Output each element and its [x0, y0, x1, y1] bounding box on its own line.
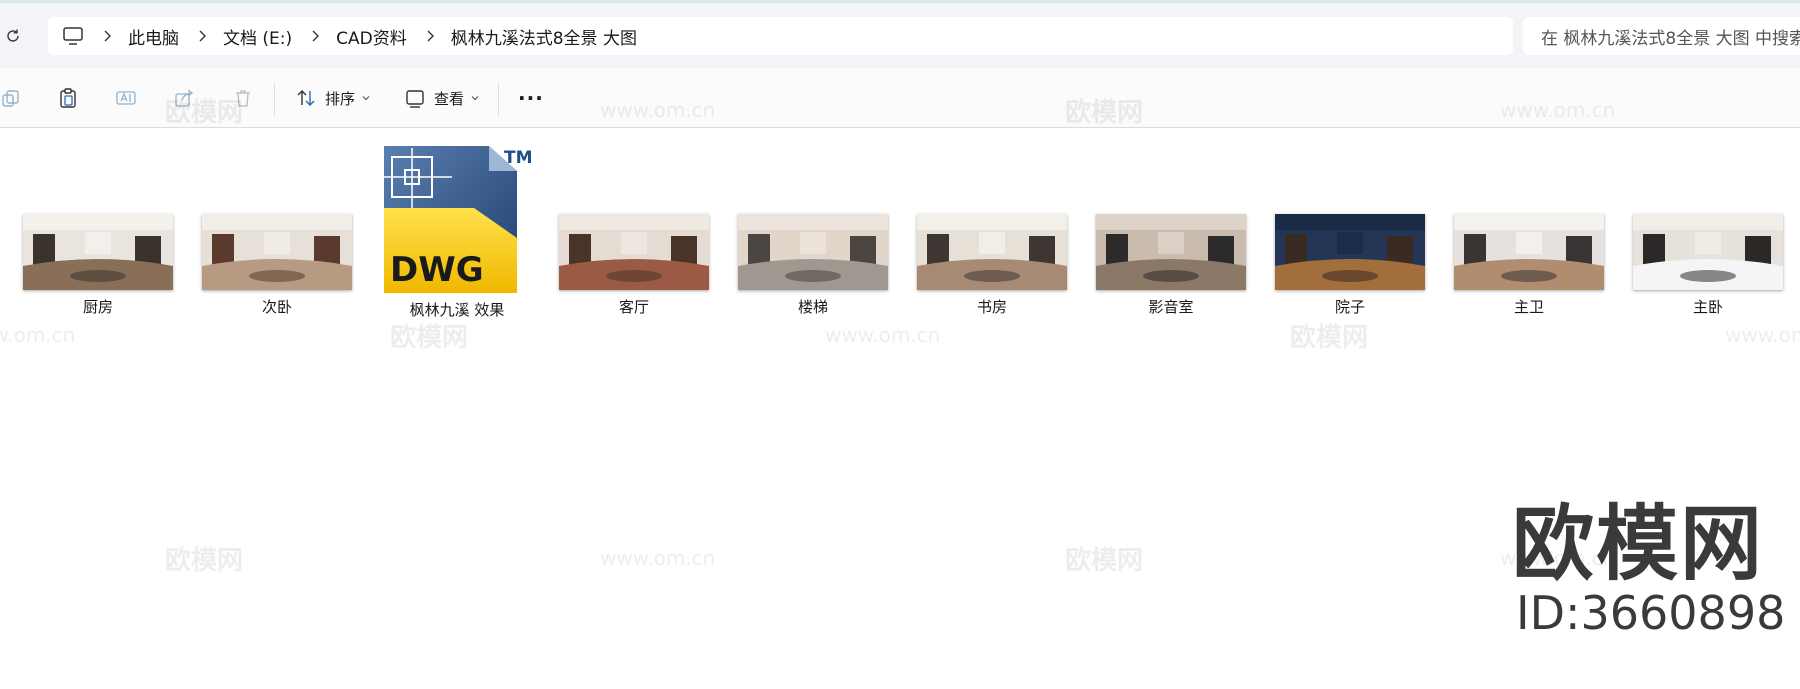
panorama-thumbnail: [1454, 214, 1604, 290]
chevron-right-icon[interactable]: [195, 29, 209, 43]
panorama-thumbnail: [1096, 214, 1246, 290]
address-bar-row: 此电脑 文档 (E:) CAD资料 枫林九溪法式8全景 大图 在 枫林九溪法式8…: [0, 0, 1800, 68]
view-button[interactable]: 查看: [404, 86, 480, 110]
watermark-url: www.om.cn: [600, 546, 716, 570]
breadcrumb-label[interactable]: 文档 (E:): [223, 24, 292, 49]
dwg-logo-tm: TM: [504, 148, 533, 168]
refresh-icon[interactable]: [4, 27, 22, 45]
copy-icon: [2, 90, 19, 107]
computer-icon[interactable]: [62, 26, 84, 46]
file-name: 主卫: [1513, 298, 1544, 316]
breadcrumb-label[interactable]: 此电脑: [128, 24, 179, 49]
watermark-url: www.om.cn: [0, 323, 76, 347]
file-item[interactable]: DWG TM 枫林九溪 效果: [372, 143, 542, 320]
watermark-brand: 欧模网: [390, 323, 469, 353]
breadcrumb-item[interactable]: 文档 (E:): [179, 24, 292, 49]
file-item[interactable]: 主卧: [1633, 214, 1783, 317]
more-icon: ···: [518, 86, 544, 110]
toolbar-separator: [274, 82, 275, 116]
view-icon: [406, 90, 424, 108]
breadcrumb-label[interactable]: 枫林九溪法式8全景 大图: [451, 24, 637, 49]
brand-id: ID:3660898: [1516, 586, 1786, 640]
file-item[interactable]: 影音室: [1096, 214, 1246, 317]
sort-label: 排序: [325, 89, 356, 108]
panorama-thumbnail: [917, 214, 1067, 290]
brand-title: 欧模网: [1512, 497, 1765, 592]
trash-icon: [236, 90, 250, 107]
file-item[interactable]: 楼梯: [738, 214, 888, 317]
search-placeholder[interactable]: 在 枫林九溪法式8全景 大图 中搜索: [1541, 24, 1800, 49]
clipboard-icon: [60, 88, 76, 108]
rename-button[interactable]: [115, 86, 137, 110]
file-item[interactable]: 次卧: [202, 214, 352, 317]
rename-icon: [116, 91, 136, 105]
watermark-url: www.om.cn: [1725, 323, 1800, 347]
more-options-button[interactable]: ···: [518, 86, 544, 110]
panorama-thumbnail: [738, 214, 888, 290]
paste-button[interactable]: [57, 86, 79, 110]
panorama-thumbnail: [202, 214, 352, 290]
file-name: 主卧: [1692, 298, 1723, 316]
watermark-brand: 欧模网: [1065, 546, 1144, 576]
file-item[interactable]: 客厅: [559, 214, 709, 317]
chevron-down-icon: [362, 96, 370, 101]
copy-button[interactable]: [0, 86, 22, 110]
file-name: 影音室: [1148, 298, 1194, 316]
breadcrumb[interactable]: 此电脑 文档 (E:) CAD资料 枫林九溪法式8全景 大图: [48, 17, 1513, 55]
panorama-thumbnail: [1275, 214, 1425, 290]
file-name: 厨房: [82, 298, 113, 316]
watermark-url: www.om.cn: [825, 323, 941, 347]
file-item[interactable]: 院子: [1275, 214, 1425, 317]
breadcrumb-item[interactable]: CAD资料: [292, 24, 407, 49]
file-item[interactable]: 主卫: [1454, 214, 1604, 317]
search-box[interactable]: 在 枫林九溪法式8全景 大图 中搜索: [1523, 17, 1800, 55]
breadcrumb-label[interactable]: CAD资料: [336, 24, 407, 49]
watermark-brand: 欧模网: [1290, 323, 1369, 353]
breadcrumb-item[interactable]: 此电脑: [84, 24, 179, 49]
chevron-right-icon[interactable]: [308, 29, 322, 43]
sort-button[interactable]: 排序: [295, 86, 371, 110]
file-name: 次卧: [261, 298, 292, 316]
sort-icon: [297, 90, 315, 106]
command-bar: 排序 查看 ···: [0, 68, 1800, 128]
file-name: 客厅: [618, 298, 649, 316]
file-name: 书房: [976, 298, 1007, 316]
toolbar-separator: [498, 82, 499, 116]
share-button[interactable]: [173, 86, 195, 110]
panorama-thumbnail: [559, 214, 709, 290]
breadcrumb-item[interactable]: 枫林九溪法式8全景 大图: [407, 24, 637, 49]
panorama-thumbnail: [23, 214, 173, 290]
delete-button[interactable]: [232, 86, 254, 110]
share-icon: [175, 89, 194, 107]
chevron-right-icon[interactable]: [423, 29, 437, 43]
brand-watermark: 欧模网 ID:3660898: [1512, 497, 1800, 640]
file-name: 院子: [1334, 298, 1365, 316]
file-name: 楼梯: [797, 298, 828, 316]
panorama-thumbnail: [1633, 214, 1783, 290]
file-item[interactable]: 厨房: [23, 214, 173, 317]
view-label: 查看: [434, 89, 465, 108]
file-name: 枫林九溪 效果: [409, 301, 505, 319]
dwg-logo-text: DWG: [390, 250, 484, 290]
chevron-down-icon: [471, 96, 479, 101]
watermark-brand: 欧模网: [165, 546, 244, 576]
dwg-file-icon: DWG TM: [382, 146, 533, 293]
file-item[interactable]: 书房: [917, 214, 1067, 317]
chevron-right-icon[interactable]: [100, 29, 114, 43]
